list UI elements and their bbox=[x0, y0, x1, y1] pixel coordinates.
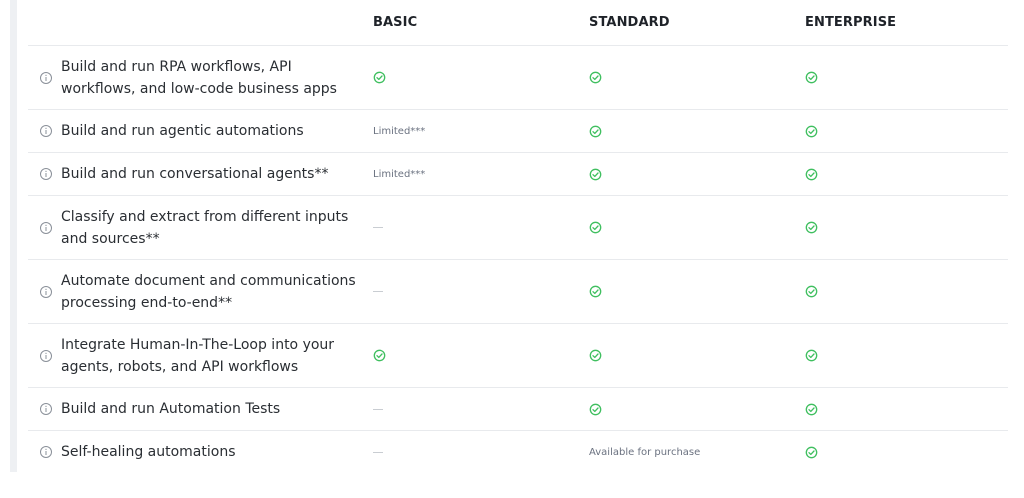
feature-label: Classify and extract from different inpu… bbox=[61, 208, 349, 247]
column-header-basic: BASIC bbox=[373, 15, 418, 30]
check-icon bbox=[589, 285, 602, 298]
check-icon bbox=[805, 446, 818, 458]
feature-cell: Self-healing automations bbox=[28, 431, 368, 473]
table-row: Build and run conversational agents** Li… bbox=[28, 153, 1008, 196]
dash-icon bbox=[373, 227, 383, 228]
info-icon[interactable] bbox=[39, 349, 53, 363]
available-for-purchase-text: Available for purchase bbox=[589, 446, 701, 458]
feature-cell: Build and run Automation Tests bbox=[28, 388, 368, 430]
feature-cell: Build and run RPA workflows, API workflow… bbox=[28, 46, 368, 109]
standard-cell bbox=[589, 324, 602, 387]
feature-label: Self-healing automations bbox=[61, 444, 236, 460]
table-row: Self-healing automations Available for p… bbox=[28, 431, 1008, 473]
info-icon[interactable] bbox=[39, 285, 53, 299]
enterprise-cell bbox=[805, 196, 818, 259]
limited-text: Limited*** bbox=[373, 168, 426, 180]
left-scroll-rail bbox=[10, 0, 17, 472]
feature-label: Integrate Human-In-The-Loop into your age… bbox=[61, 336, 335, 375]
standard-cell bbox=[589, 196, 602, 259]
check-icon bbox=[589, 221, 602, 234]
check-icon bbox=[805, 125, 818, 137]
basic-cell bbox=[373, 260, 383, 323]
check-icon bbox=[805, 349, 818, 362]
feature-label: Build and run conversational agents** bbox=[61, 166, 329, 182]
standard-cell bbox=[589, 153, 602, 195]
feature-label: Build and run Automation Tests bbox=[61, 401, 281, 417]
feature-label: Build and run RPA workflows, API workflow… bbox=[61, 58, 337, 97]
feature-comparison-table: BASIC STANDARD ENTERPRISE Build and run … bbox=[28, 0, 1008, 473]
check-icon bbox=[805, 168, 818, 180]
feature-cell: Build and run conversational agents** bbox=[28, 153, 368, 195]
basic-cell bbox=[373, 324, 386, 387]
basic-cell: Limited*** bbox=[373, 153, 425, 195]
info-icon[interactable] bbox=[39, 124, 53, 138]
standard-cell bbox=[589, 260, 602, 323]
table-row: Build and run agentic automations Limite… bbox=[28, 110, 1008, 153]
check-icon bbox=[805, 403, 818, 415]
standard-cell: Available for purchase bbox=[589, 431, 700, 473]
feature-cell: Automate document and communications proc… bbox=[28, 260, 368, 323]
info-icon[interactable] bbox=[39, 167, 53, 181]
standard-cell bbox=[589, 110, 602, 152]
enterprise-cell bbox=[805, 153, 818, 195]
feature-cell: Integrate Human-In-The-Loop into your age… bbox=[28, 324, 368, 387]
enterprise-cell bbox=[805, 431, 818, 473]
check-icon bbox=[589, 71, 602, 84]
basic-cell bbox=[373, 388, 383, 430]
dash-icon bbox=[373, 451, 383, 453]
standard-cell bbox=[589, 388, 602, 430]
check-icon bbox=[805, 285, 818, 298]
info-icon[interactable] bbox=[39, 402, 53, 416]
check-icon bbox=[373, 349, 386, 362]
column-header-standard: STANDARD bbox=[589, 15, 670, 30]
pricing-comparison-page: BASIC STANDARD ENTERPRISE Build and run … bbox=[0, 0, 1024, 498]
info-icon[interactable] bbox=[39, 445, 53, 459]
feature-cell: Build and run agentic automations bbox=[28, 110, 368, 152]
feature-cell: Classify and extract from different inpu… bbox=[28, 196, 368, 259]
dash-icon bbox=[373, 291, 383, 292]
enterprise-cell bbox=[805, 260, 818, 323]
check-icon bbox=[373, 71, 386, 84]
enterprise-cell bbox=[805, 388, 818, 430]
table-header-row: BASIC STANDARD ENTERPRISE bbox=[28, 0, 1008, 46]
check-icon bbox=[589, 168, 602, 180]
basic-cell: Limited*** bbox=[373, 110, 425, 152]
check-icon bbox=[805, 71, 818, 84]
table-row: Classify and extract from different inpu… bbox=[28, 196, 1008, 260]
enterprise-cell bbox=[805, 46, 818, 109]
basic-cell bbox=[373, 196, 383, 259]
enterprise-cell bbox=[805, 110, 818, 152]
info-icon[interactable] bbox=[39, 221, 53, 235]
limited-text: Limited*** bbox=[373, 125, 426, 137]
enterprise-cell bbox=[805, 324, 818, 387]
feature-label: Build and run agentic automations bbox=[61, 123, 304, 139]
table-row: Integrate Human-In-The-Loop into your age… bbox=[28, 324, 1008, 388]
basic-cell bbox=[373, 431, 383, 473]
check-icon bbox=[589, 403, 602, 415]
check-icon bbox=[589, 125, 602, 137]
feature-label: Automate document and communications proc… bbox=[61, 272, 356, 311]
check-icon bbox=[589, 349, 602, 362]
table-row: Build and run Automation Tests bbox=[28, 388, 1008, 431]
standard-cell bbox=[589, 46, 602, 109]
basic-cell bbox=[373, 46, 386, 109]
dash-icon bbox=[373, 408, 383, 410]
column-header-enterprise: ENTERPRISE bbox=[805, 15, 897, 30]
table-row: Automate document and communications proc… bbox=[28, 260, 1008, 324]
table-row: Build and run RPA workflows, API workflow… bbox=[28, 46, 1008, 110]
info-icon[interactable] bbox=[39, 71, 53, 85]
check-icon bbox=[805, 221, 818, 234]
